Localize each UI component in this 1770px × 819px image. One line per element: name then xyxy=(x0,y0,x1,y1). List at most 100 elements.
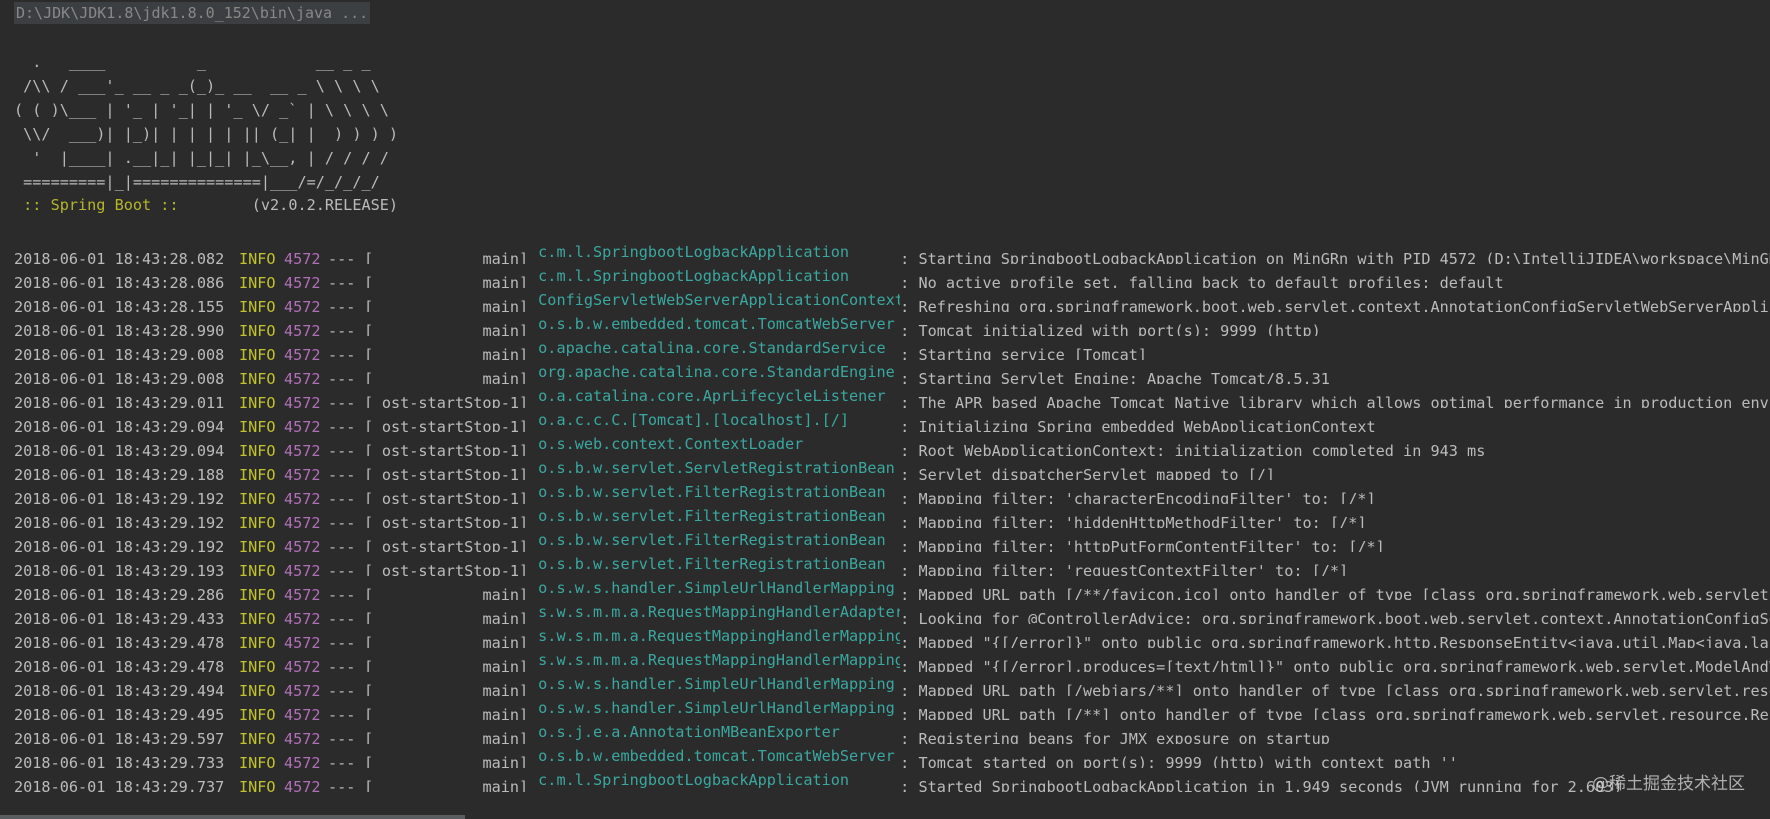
log-thread: ost-startStop-1] xyxy=(381,562,529,576)
log-separator: --- xyxy=(328,682,356,696)
log-pid: 4572 xyxy=(284,610,321,624)
log-level: INFO xyxy=(239,538,276,552)
log-thread-bracket: [ xyxy=(364,442,374,456)
log-logger-link[interactable]: s.w.s.m.m.a.RequestMappingHandlerMapping xyxy=(528,648,900,672)
horizontal-scrollbar[interactable] xyxy=(0,815,465,819)
log-timestamp: 2018-06-01 18:43:29.094 xyxy=(14,418,225,432)
log-thread-bracket: [ xyxy=(364,778,374,792)
log-line: 2018-06-01 18:43:29.433 INFO 4572 --- [main]… xyxy=(14,600,1770,624)
log-message: : The APR based Apache Tomcat Native lib… xyxy=(900,394,1770,408)
log-logger-link[interactable]: o.s.b.w.servlet.FilterRegistrationBean xyxy=(528,480,900,504)
log-logger-link[interactable]: o.s.j.e.a.AnnotationMBeanExporter xyxy=(528,720,900,744)
log-timestamp: 2018-06-01 18:43:29.478 xyxy=(14,658,225,672)
log-logger-link[interactable]: o.s.w.s.handler.SimpleUrlHandlerMapping xyxy=(528,672,900,696)
log-separator: --- xyxy=(328,586,356,600)
log-separator: --- xyxy=(328,346,356,360)
log-pid: 4572 xyxy=(284,538,321,552)
log-level: INFO xyxy=(239,370,276,384)
log-level: INFO xyxy=(239,610,276,624)
log-thread: main] xyxy=(482,298,529,312)
log-thread: main] xyxy=(482,610,529,624)
log-pid: 4572 xyxy=(284,754,321,768)
log-timestamp: 2018-06-01 18:43:29.597 xyxy=(14,730,225,744)
log-message: : Looking for @ControllerAdvice: org.spr… xyxy=(900,610,1770,624)
log-logger-link[interactable]: o.a.c.c.C.[Tomcat].[localhost].[/] xyxy=(528,408,900,432)
log-logger-link[interactable]: c.m.l.SpringbootLogbackApplication xyxy=(528,240,900,264)
log-thread: ost-startStop-1] xyxy=(381,466,529,480)
log-pid: 4572 xyxy=(284,634,321,648)
log-separator: --- xyxy=(328,250,356,264)
log-thread: main] xyxy=(482,370,529,384)
log-thread-bracket: [ xyxy=(364,418,374,432)
log-separator: --- xyxy=(328,418,356,432)
log-thread: ost-startStop-1] xyxy=(381,490,529,504)
log-line: 2018-06-01 18:43:29.188 INFO 4572 --- [ost-s… xyxy=(14,456,1770,480)
log-timestamp: 2018-06-01 18:43:29.433 xyxy=(14,610,225,624)
log-level: INFO xyxy=(239,754,276,768)
log-level: INFO xyxy=(239,274,276,288)
log-timestamp: 2018-06-01 18:43:29.737 xyxy=(14,778,225,792)
log-logger-link[interactable]: c.m.l.SpringbootLogbackApplication xyxy=(528,264,900,288)
log-logger-link[interactable]: o.s.web.context.ContextLoader xyxy=(528,432,900,456)
log-thread-bracket: [ xyxy=(364,322,374,336)
log-level: INFO xyxy=(239,490,276,504)
log-message: : Starting Servlet Engine: Apache Tomcat… xyxy=(900,370,1330,384)
log-thread: main] xyxy=(482,730,529,744)
log-lines: 2018-06-01 18:43:28.082 INFO 4572 --- [ main]… xyxy=(14,240,1770,792)
log-separator: --- xyxy=(328,514,356,528)
log-logger-link[interactable]: org.apache.catalina.core.StandardEngine xyxy=(528,360,900,384)
log-thread: main] xyxy=(482,322,529,336)
log-message: : Mapped URL path [/webjars/**] onto han… xyxy=(900,682,1770,696)
log-message: : Tomcat started on port(s): 9999 (http)… xyxy=(900,754,1458,768)
log-thread-bracket: [ xyxy=(364,538,374,552)
log-pid: 4572 xyxy=(284,274,321,288)
log-thread-bracket: [ xyxy=(364,610,374,624)
log-separator: --- xyxy=(328,490,356,504)
log-logger-link[interactable]: o.s.b.w.servlet.FilterRegistrationBean xyxy=(528,552,900,576)
console-output[interactable]: D:\JDK\JDK1.8\jdk1.8.0_152\bin\java ... … xyxy=(0,0,1770,819)
log-thread: main] xyxy=(482,778,529,792)
log-logger-link[interactable]: o.s.b.w.embedded.tomcat.TomcatWebServer xyxy=(528,744,900,768)
log-thread: main] xyxy=(482,346,529,360)
log-logger-link[interactable]: c.m.l.SpringbootLogbackApplication xyxy=(528,768,900,792)
log-level: INFO xyxy=(239,634,276,648)
log-thread: ost-startStop-1] xyxy=(381,442,529,456)
log-separator: --- xyxy=(328,298,356,312)
log-thread: main] xyxy=(482,250,529,264)
log-separator: --- xyxy=(328,370,356,384)
log-logger-link[interactable]: o.s.b.w.servlet.FilterRegistrationBean xyxy=(528,504,900,528)
log-level: INFO xyxy=(239,658,276,672)
log-timestamp: 2018-06-01 18:43:29.192 xyxy=(14,514,225,528)
log-message: : Mapped "{[/error]}" onto public org.sp… xyxy=(900,634,1770,648)
log-separator: --- xyxy=(328,658,356,672)
log-pid: 4572 xyxy=(284,730,321,744)
log-pid: 4572 xyxy=(284,466,321,480)
log-line: 2018-06-01 18:43:28.155 INFO 4572 --- [main]… xyxy=(14,288,1770,312)
log-thread-bracket: [ xyxy=(364,250,374,264)
log-pid: 4572 xyxy=(284,370,321,384)
log-logger-link[interactable]: o.a.catalina.core.AprLifecycleListener xyxy=(528,384,900,408)
log-separator: --- xyxy=(328,538,356,552)
log-logger-link[interactable]: o.s.w.s.handler.SimpleUrlHandlerMapping xyxy=(528,696,900,720)
log-timestamp: 2018-06-01 18:43:28.082 xyxy=(14,250,225,264)
log-separator: --- xyxy=(328,394,356,408)
log-timestamp: 2018-06-01 18:43:29.286 xyxy=(14,586,225,600)
log-line: 2018-06-01 18:43:29.192 INFO 4572 --- [ost-s… xyxy=(14,528,1770,552)
log-timestamp: 2018-06-01 18:43:29.188 xyxy=(14,466,225,480)
log-level: INFO xyxy=(239,394,276,408)
log-logger-link[interactable]: o.s.b.w.servlet.ServletRegistrationBean xyxy=(528,456,900,480)
log-message: : Root WebApplicationContext: initializa… xyxy=(900,442,1486,456)
log-logger-link[interactable]: o.s.b.w.embedded.tomcat.TomcatWebServer xyxy=(528,312,900,336)
log-logger-link[interactable]: o.apache.catalina.core.StandardService xyxy=(528,336,900,360)
log-pid: 4572 xyxy=(284,658,321,672)
log-logger-link[interactable]: s.w.s.m.m.a.RequestMappingHandlerAdapter xyxy=(528,600,900,624)
log-logger-link[interactable]: o.s.w.s.handler.SimpleUrlHandlerMapping xyxy=(528,576,900,600)
log-logger-link[interactable]: ConfigServletWebServerApplicationContext xyxy=(528,288,900,312)
log-line: 2018-06-01 18:43:29.494 INFO 4572 --- [main]… xyxy=(14,672,1770,696)
log-thread-bracket: [ xyxy=(364,754,374,768)
log-separator: --- xyxy=(328,322,356,336)
log-logger-link[interactable]: s.w.s.m.m.a.RequestMappingHandlerMapping xyxy=(528,624,900,648)
log-pid: 4572 xyxy=(284,706,321,720)
log-message: : Tomcat initialized with port(s): 9999 … xyxy=(900,322,1321,336)
log-logger-link[interactable]: o.s.b.w.servlet.FilterRegistrationBean xyxy=(528,528,900,552)
